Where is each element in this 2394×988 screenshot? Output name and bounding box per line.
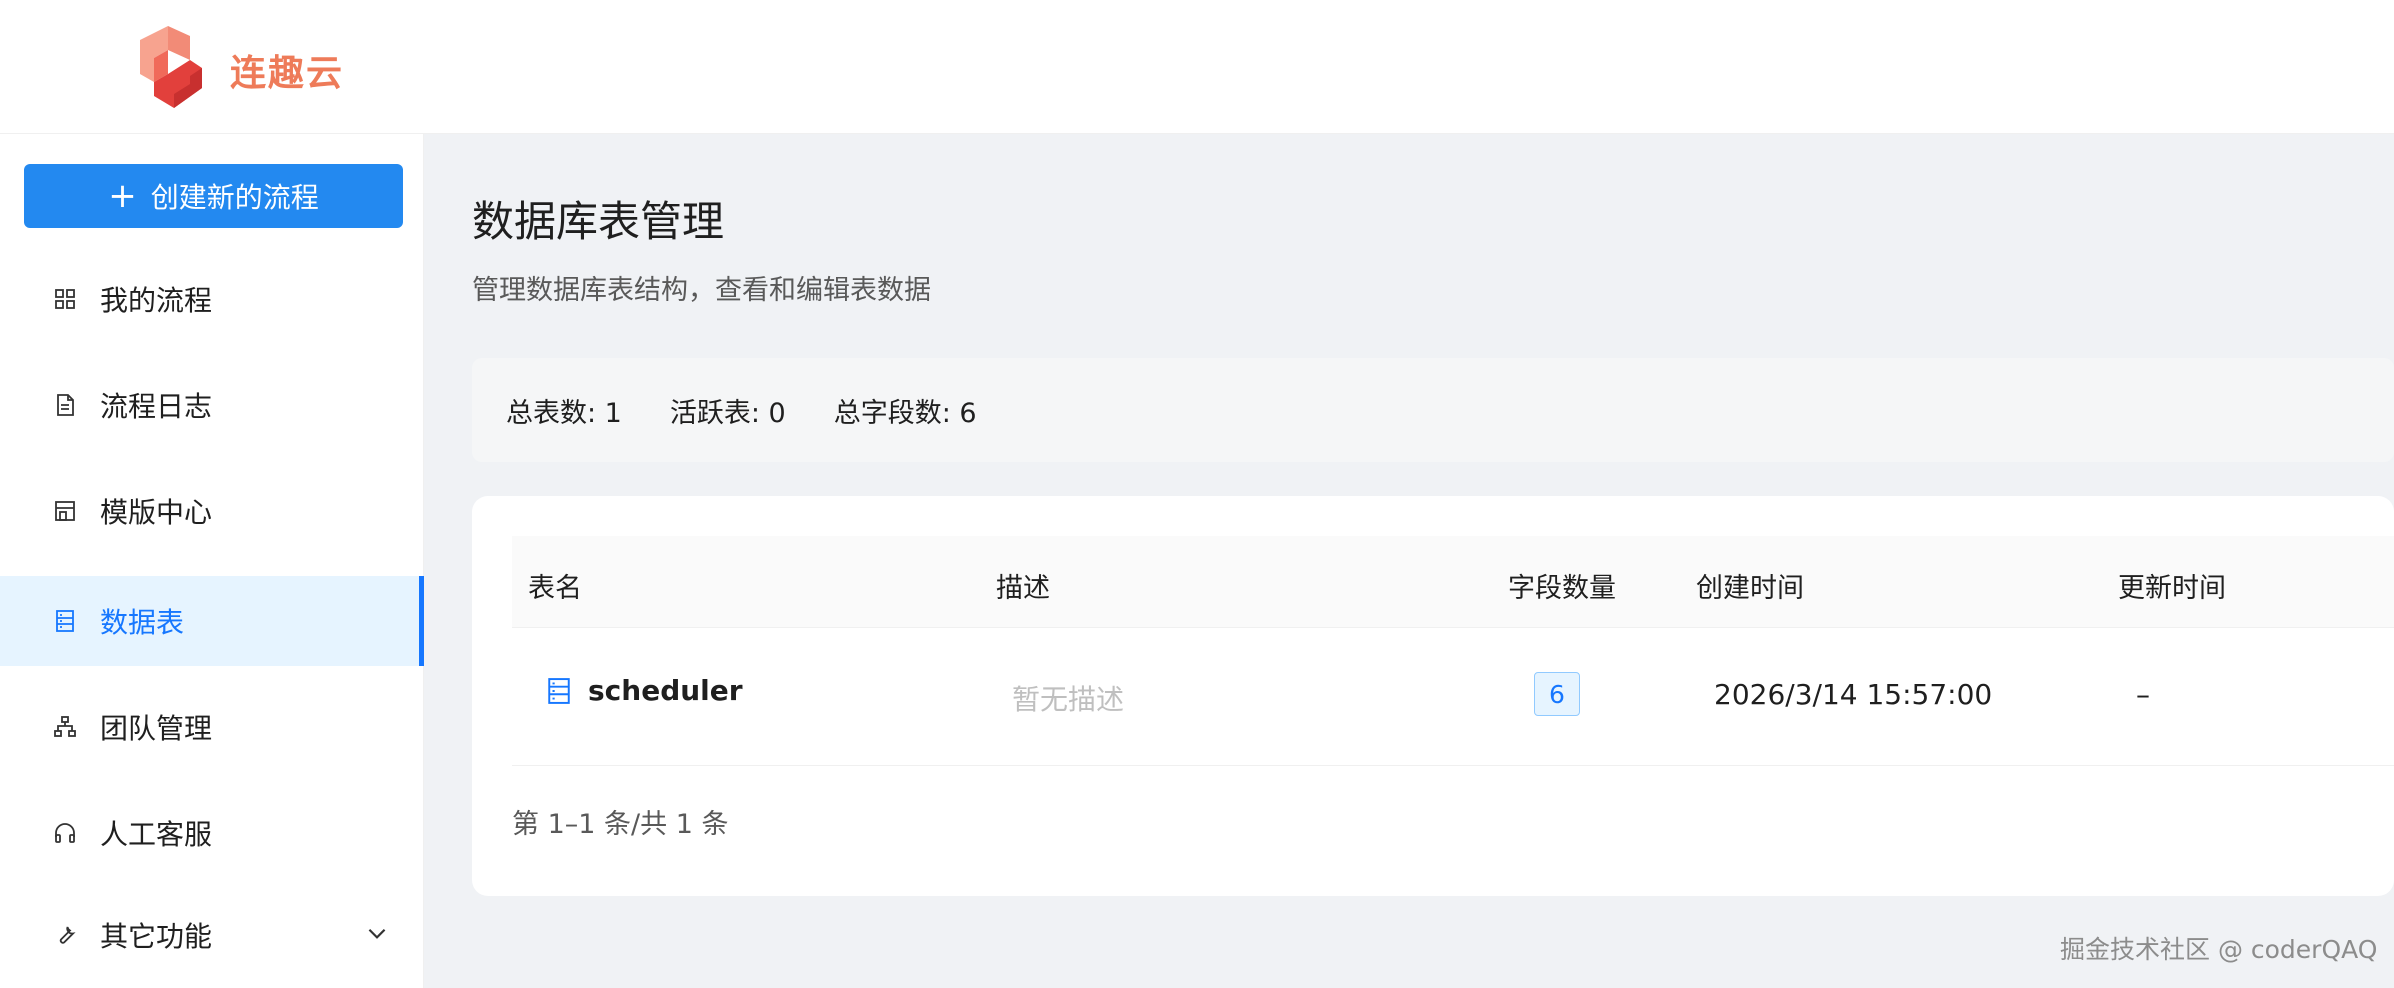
- table-description: 暂无描述: [1012, 683, 1125, 716]
- logo-icon[interactable]: [134, 26, 202, 108]
- brand-name: 连趣云: [230, 53, 345, 94]
- table-name-link[interactable]: scheduler: [546, 674, 743, 707]
- create-flow-button[interactable]: + 创建新的流程: [24, 164, 403, 228]
- created-time: 2026/3/14 15:57:00: [1714, 678, 1993, 711]
- sidebar-item-flow-logs[interactable]: 流程日志: [0, 360, 424, 450]
- sidebar-item-my-flows[interactable]: 我的流程: [0, 254, 424, 344]
- sidebar-item-label: 我的流程: [100, 284, 213, 317]
- stat-total-tables: 总表数: 1: [506, 397, 622, 429]
- sidebar-item-label: 其它功能: [100, 920, 213, 953]
- table-row[interactable]: scheduler 暂无描述 6 2026/3/14 15:57:00 –: [512, 628, 2394, 766]
- sidebar-item-label: 人工客服: [100, 818, 213, 851]
- column-header-description[interactable]: 描述: [996, 566, 1050, 605]
- chevron-down-icon[interactable]: [364, 920, 390, 946]
- column-header-name[interactable]: 表名: [528, 566, 582, 605]
- wrench-icon: [52, 922, 78, 948]
- store-icon: [52, 498, 78, 524]
- column-header-field-count[interactable]: 字段数量: [1508, 566, 1616, 605]
- field-count-badge: 6: [1534, 672, 1580, 716]
- stat-active-tables: 活跃表: 0: [669, 397, 786, 429]
- document-icon: [52, 392, 78, 418]
- sidebar-item-data-tables[interactable]: 数据表: [0, 576, 424, 666]
- sidebar-item-templates[interactable]: 模版中心: [0, 466, 424, 556]
- stats-bar: 总表数: 1 活跃表: 0 总字段数: 6: [472, 358, 2394, 462]
- table-header: 表名 描述 字段数量 创建时间 更新时间: [512, 536, 2394, 628]
- sidebar-item-label: 流程日志: [100, 390, 213, 423]
- pagination-summary: 第 1–1 条/共 1 条: [512, 809, 729, 840]
- sidebar-item-team[interactable]: 团队管理: [0, 682, 424, 772]
- stat-total-fields: 总字段数: 6: [833, 397, 977, 429]
- sidebar-item-label: 团队管理: [100, 712, 213, 745]
- table-name: scheduler: [588, 674, 743, 707]
- create-flow-label: 创建新的流程: [150, 181, 319, 214]
- sidebar-item-label: 模版中心: [100, 496, 213, 529]
- watermark: 掘金技术社区 @ coderQAQ: [2060, 935, 2378, 964]
- plus-icon: +: [108, 176, 137, 216]
- sidebar-item-label: 数据表: [100, 606, 185, 639]
- updated-time: –: [2136, 678, 2150, 711]
- page-title: 数据库表管理: [472, 197, 725, 246]
- database-icon: [52, 608, 78, 634]
- app-header: 连趣云: [0, 0, 2394, 134]
- database-icon: [548, 677, 570, 704]
- page-subtitle: 管理数据库表结构，查看和编辑表数据: [472, 275, 931, 306]
- sidebar: + 创建新的流程 我的流程 流程日志 模版中心 数据表 团队管理 人工客服 其它…: [0, 134, 424, 988]
- column-header-updated[interactable]: 更新时间: [2118, 566, 2226, 605]
- column-header-created[interactable]: 创建时间: [1696, 566, 1804, 605]
- sidebar-item-other-features[interactable]: 其它功能: [0, 890, 424, 980]
- headset-icon: [52, 820, 78, 846]
- sidebar-item-support[interactable]: 人工客服: [0, 788, 424, 878]
- tables-card: 表名 描述 字段数量 创建时间 更新时间 scheduler 暂无描述 6 20…: [472, 496, 2394, 896]
- grid-icon: [52, 286, 78, 312]
- team-tree-icon: [52, 714, 78, 740]
